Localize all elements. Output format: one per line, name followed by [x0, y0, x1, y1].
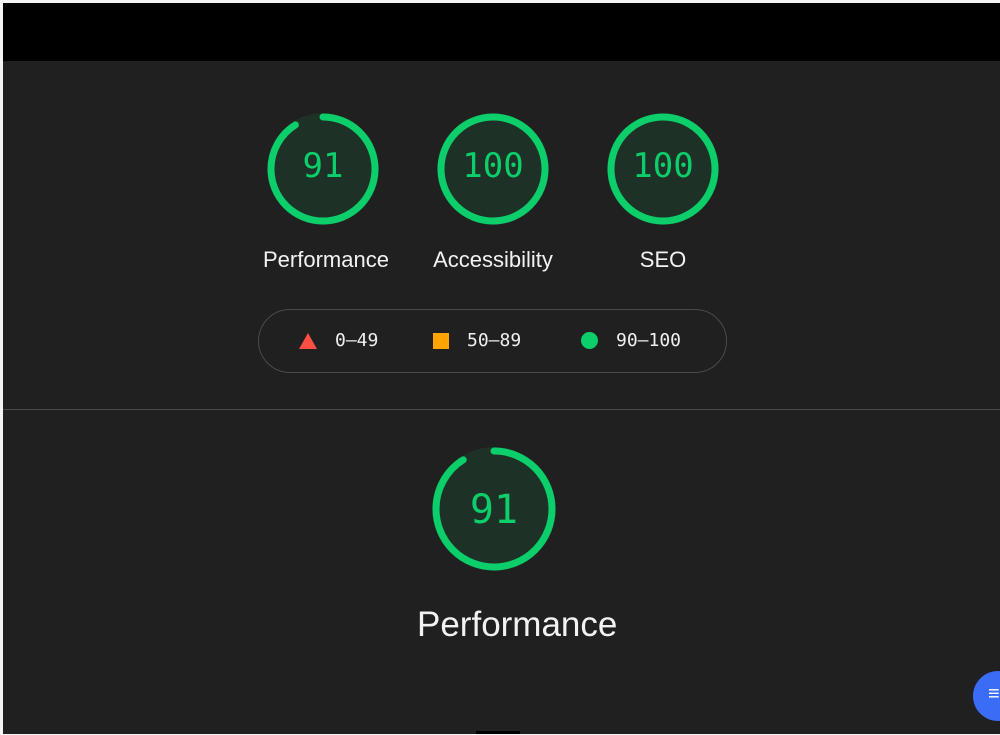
gauge-seo[interactable]: 100 SEO: [603, 109, 723, 273]
legend-fail: 0–49: [299, 330, 378, 351]
gauge-performance[interactable]: 91 Performance: [263, 109, 389, 273]
report-viewport: 91 Performance 100 Accessibility 100 SEO…: [3, 3, 1000, 734]
menu-icon: ≡: [988, 683, 1000, 705]
gauge-score: 91: [302, 146, 344, 186]
tools-menu-button[interactable]: ≡: [973, 671, 1000, 721]
top-bar: [3, 3, 1000, 61]
triangle-icon: [299, 332, 317, 349]
legend-average: 50–89: [433, 330, 521, 351]
category-gauge-performance[interactable]: 91 Performance: [417, 443, 618, 645]
legend-average-label: 50–89: [467, 330, 522, 351]
gauge-score: 100: [632, 146, 694, 186]
legend-pass-label: 90–100: [616, 330, 682, 351]
gauge-score: 100: [462, 146, 524, 186]
bottom-handle: [476, 731, 520, 734]
score-scale-legend: 0–49 50–89 90–100: [258, 309, 727, 373]
gauge-label: Performance: [263, 247, 389, 272]
square-icon: [433, 332, 449, 349]
section-divider: [3, 409, 1000, 410]
legend-fail-label: 0–49: [335, 330, 379, 351]
category-score: 91: [469, 487, 519, 533]
gauge-accessibility[interactable]: 100 Accessibility: [433, 109, 553, 273]
gauge-label: Accessibility: [433, 247, 553, 272]
gauge-label: SEO: [639, 247, 687, 272]
legend-pass: 90–100: [581, 330, 681, 351]
category-title: Performance: [417, 605, 618, 644]
circle-icon: [581, 332, 598, 349]
